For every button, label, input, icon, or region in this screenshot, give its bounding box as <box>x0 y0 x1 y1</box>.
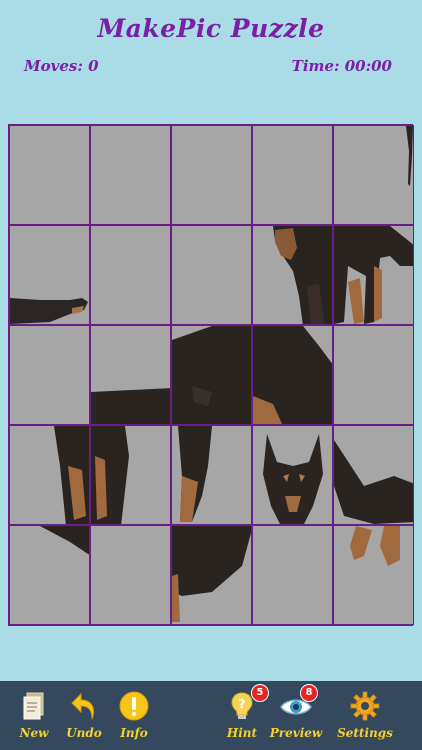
undo-label: Undo <box>66 726 102 740</box>
svg-text:?: ? <box>239 697 246 711</box>
puzzle-tile[interactable] <box>171 525 252 625</box>
preview-button[interactable]: 8 Preview <box>264 681 328 750</box>
puzzle-tile[interactable] <box>171 225 252 325</box>
moves-counter: Moves: 0 <box>24 57 99 75</box>
puzzle-tile[interactable] <box>9 525 90 625</box>
puzzle-tile[interactable] <box>252 325 333 425</box>
puzzle-tile[interactable] <box>9 325 90 425</box>
puzzle-tile[interactable] <box>9 425 90 525</box>
puzzle-tile[interactable] <box>9 125 90 225</box>
puzzle-tile[interactable] <box>333 125 414 225</box>
puzzle-tile[interactable] <box>252 125 333 225</box>
puzzle-tile[interactable] <box>90 125 171 225</box>
preview-count-badge: 8 <box>300 684 318 702</box>
new-label: New <box>19 726 49 740</box>
puzzle-tile[interactable] <box>252 225 333 325</box>
puzzle-tile[interactable] <box>252 425 333 525</box>
puzzle-tile[interactable] <box>333 225 414 325</box>
puzzle-tile[interactable] <box>90 325 171 425</box>
gear-icon <box>350 691 380 721</box>
info-button[interactable]: Info <box>112 681 156 750</box>
hint-label: Hint <box>226 726 258 740</box>
bottom-toolbar: New Undo Info ? 5 Hint 8 Preview Setting… <box>0 681 422 750</box>
puzzle-tile[interactable] <box>90 525 171 625</box>
puzzle-tile[interactable] <box>333 525 414 625</box>
hint-button[interactable]: ? 5 Hint <box>221 681 269 750</box>
timer: Time: 00:00 <box>291 57 392 75</box>
puzzle-tile[interactable] <box>90 425 171 525</box>
puzzle-tile[interactable] <box>333 325 414 425</box>
new-document-icon <box>23 692 44 720</box>
settings-label: Settings <box>337 726 393 740</box>
info-exclamation-icon <box>119 691 149 721</box>
undo-arrow-icon <box>71 692 95 720</box>
puzzle-tile[interactable] <box>171 125 252 225</box>
puzzle-tile[interactable] <box>252 525 333 625</box>
puzzle-board <box>8 124 414 626</box>
app-title: MakePic Puzzle <box>97 14 325 43</box>
undo-button[interactable]: Undo <box>62 681 106 750</box>
puzzle-tile[interactable] <box>171 325 252 425</box>
puzzle-tile[interactable] <box>90 225 171 325</box>
new-button[interactable]: New <box>12 681 56 750</box>
puzzle-tile[interactable] <box>171 425 252 525</box>
settings-button[interactable]: Settings <box>330 681 400 750</box>
puzzle-tile[interactable] <box>333 425 414 525</box>
puzzle-tile[interactable] <box>9 225 90 325</box>
preview-label: Preview <box>269 726 323 740</box>
info-label: Info <box>120 726 148 740</box>
